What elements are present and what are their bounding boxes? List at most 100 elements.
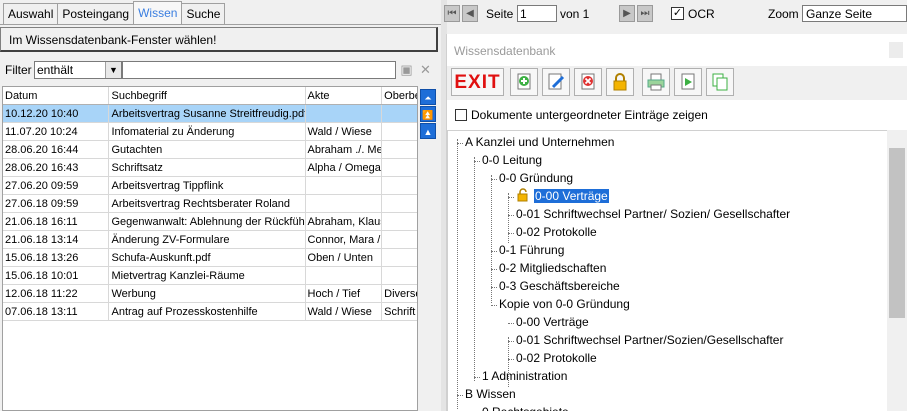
tab-posteingang[interactable]: Posteingang [57, 3, 135, 24]
filter-mode-value: enthält [37, 63, 74, 77]
chevron-down-icon[interactable]: ▼ [105, 62, 121, 78]
last-page-icon[interactable]: ⏭ [637, 5, 653, 22]
tab-auswahl[interactable]: Auswahl [3, 3, 59, 24]
filter-clear-icon[interactable]: ✕ [417, 61, 434, 79]
scroll-top-icon[interactable]: ⏶ [420, 89, 436, 105]
tree-node[interactable]: 0-0 Gründung [499, 171, 573, 185]
tree-node[interactable]: A Kanzlei und Unternehmen [465, 135, 614, 149]
ocr-checkbox[interactable]: ✓ [671, 7, 684, 20]
table-row[interactable]: 28.06.20 16:44 Gutachten Abraham ./. Mei [3, 141, 417, 159]
tab-bar: Auswahl Posteingang Wissen Suche [3, 1, 226, 25]
show-sub-docs-label: Dokumente untergeordneter Einträge zeige… [471, 108, 708, 122]
table-cell: Oben / Unten [306, 249, 383, 266]
tree-node-label: 0-02 Protokolle [516, 351, 597, 365]
tree-connector [474, 157, 475, 381]
tab-wissen[interactable]: Wissen [133, 1, 183, 24]
prev-page-icon[interactable]: ◀ [462, 5, 478, 22]
table-cell: 10.12.20 10:40 [3, 105, 110, 122]
tree-node[interactable]: 0-00 Verträge [534, 189, 609, 203]
table-cell: Abraham, Klaus [306, 213, 383, 230]
table-cell [382, 177, 417, 194]
tree-node[interactable]: 0-02 Protokolle [516, 351, 597, 365]
table-row[interactable]: 27.06.20 09:59 Arbeitsvertrag Tippflink [3, 177, 417, 195]
tree-node[interactable]: 0-0 Leitung [482, 153, 542, 167]
table-row[interactable]: 21.06.18 13:14 Änderung ZV-Formulare Conno… [3, 231, 417, 249]
tree-node[interactable]: 0-00 Verträge [516, 315, 589, 329]
edit-entry-button[interactable] [542, 68, 570, 96]
filter-apply-icon[interactable]: ▣ [398, 61, 415, 79]
column-header-datum[interactable]: Datum [3, 87, 110, 104]
exit-button[interactable]: EXIT [451, 68, 504, 96]
ocr-label: OCR [688, 7, 715, 21]
lock-button[interactable] [606, 68, 634, 96]
zoom-select[interactable]: Ganze Seite [802, 5, 907, 22]
column-header-akte[interactable]: Akte [306, 87, 383, 104]
table-cell [382, 195, 417, 212]
copy-button[interactable] [706, 68, 734, 96]
table-cell [382, 105, 417, 122]
copy-icon [712, 73, 728, 91]
table-cell: Infomaterial zu Änderung [109, 123, 306, 140]
show-sub-docs-checkbox[interactable] [455, 109, 467, 121]
table-cell: 28.06.20 16:44 [3, 141, 110, 158]
close-icon[interactable] [889, 42, 903, 58]
zoom-label: Zoom [768, 7, 799, 21]
table-row[interactable]: 10.12.20 10:40 Arbeitsvertrag Susanne Str… [3, 105, 417, 123]
filter-input[interactable] [122, 61, 396, 79]
table-row[interactable]: 27.06.18 09:59 Arbeitsvertrag Rechtsberat… [3, 195, 417, 213]
table-cell [382, 231, 417, 248]
tree-connector [457, 139, 458, 409]
tree-node-label: 1 Administration [482, 369, 568, 383]
tree-node-label: 0-0 Leitung [482, 153, 543, 167]
table-cell: Gegenwanwalt: Ablehnung der Rückfüh [109, 213, 306, 230]
tree-node[interactable]: 0-01 Schriftwechsel Partner/ Sozien/ Ges… [516, 207, 790, 221]
tree-node[interactable]: 0-01 Schriftwechsel Partner/Sozien/Gesel… [516, 333, 783, 347]
grid-body: 10.12.20 10:40 Arbeitsvertrag Susanne Str… [3, 105, 417, 321]
table-row[interactable]: 12.06.18 11:22WerbungHoch / TiefDiverse [3, 285, 417, 303]
table-row[interactable]: 15.06.18 10:01 Mietvertrag Kanzlei-Räume [3, 267, 417, 285]
table-cell: Werbung [109, 285, 306, 302]
print-button[interactable] [642, 68, 670, 96]
tree-node[interactable]: 0 Rechtsgebiete [482, 405, 569, 411]
scroll-up-icon[interactable]: ▲ [420, 123, 436, 139]
table-cell [382, 141, 417, 158]
tree-node-label: 0-0 Gründung [499, 171, 574, 185]
tree-scrollbar[interactable] [887, 130, 907, 411]
tree-node[interactable]: B Wissen [465, 387, 516, 401]
next-page-icon[interactable]: ▶ [619, 5, 635, 22]
edit-icon [548, 73, 565, 90]
table-cell: Schrift [384, 306, 416, 318]
tree-connector [491, 175, 492, 303]
table-row[interactable]: 21.06.18 16:11 Gegenwanwalt: Ablehnung de… [3, 213, 417, 231]
page-number-input[interactable]: 1 [517, 5, 557, 22]
first-page-icon[interactable]: ⏮ [444, 5, 460, 22]
column-header-oberbegriff[interactable]: Oberbe [382, 87, 417, 104]
tree-node[interactable]: 0-1 Führung [499, 243, 564, 257]
page-up-icon[interactable]: ⏫ [420, 106, 436, 122]
tree-node[interactable]: 0-02 Protokolle [516, 225, 597, 239]
category-tree: A Kanzlei und Unternehmen 0-0 Leitung 0-0 … [447, 130, 887, 411]
tree-node-label: 0-3 Geschäftsbereiche [499, 279, 620, 293]
table-cell: 28.06.20 16:43 [3, 159, 110, 176]
play-button[interactable] [674, 68, 702, 96]
table-row[interactable]: 28.06.20 16:43 Schriftsatz Alpha / Omega [3, 159, 417, 177]
add-entry-button[interactable] [510, 68, 538, 96]
tab-suche[interactable]: Suche [181, 3, 226, 24]
tree-node[interactable]: 1 Administration [482, 369, 567, 383]
delete-entry-button[interactable] [574, 68, 602, 96]
delete-icon [581, 73, 595, 90]
tree-node-label: 0-02 Protokolle [516, 225, 597, 239]
table-cell [382, 249, 417, 266]
tree-node[interactable]: Kopie von 0-0 Gründung [499, 297, 630, 311]
table-row[interactable]: 07.06.18 13:11 Antrag auf Prozesskostenhi… [3, 303, 417, 321]
tree-node[interactable]: 0-2 Mitgliedschaften [499, 261, 606, 275]
column-header-suchbegriff[interactable]: Suchbegriff [109, 87, 306, 104]
filter-mode-select[interactable]: enthält ▼ [34, 61, 122, 79]
tree-node-label: 0-01 Schriftwechsel Partner/ Sozien/ Ges… [516, 207, 791, 221]
table-row[interactable]: 11.07.20 10:24 Infomaterial zu Änderung Wa… [3, 123, 417, 141]
show-sub-docs-row[interactable]: Dokumente untergeordneter Einträge zeige… [455, 108, 708, 122]
tree-node-label: Kopie von 0-0 Gründung [499, 297, 630, 311]
table-row[interactable]: 15.06.18 13:26 Schufa-Auskunft.pdf Oben / … [3, 249, 417, 267]
tree-node[interactable]: 0-3 Geschäftsbereiche [499, 279, 620, 293]
tree-scrollbar-thumb[interactable] [889, 148, 905, 318]
